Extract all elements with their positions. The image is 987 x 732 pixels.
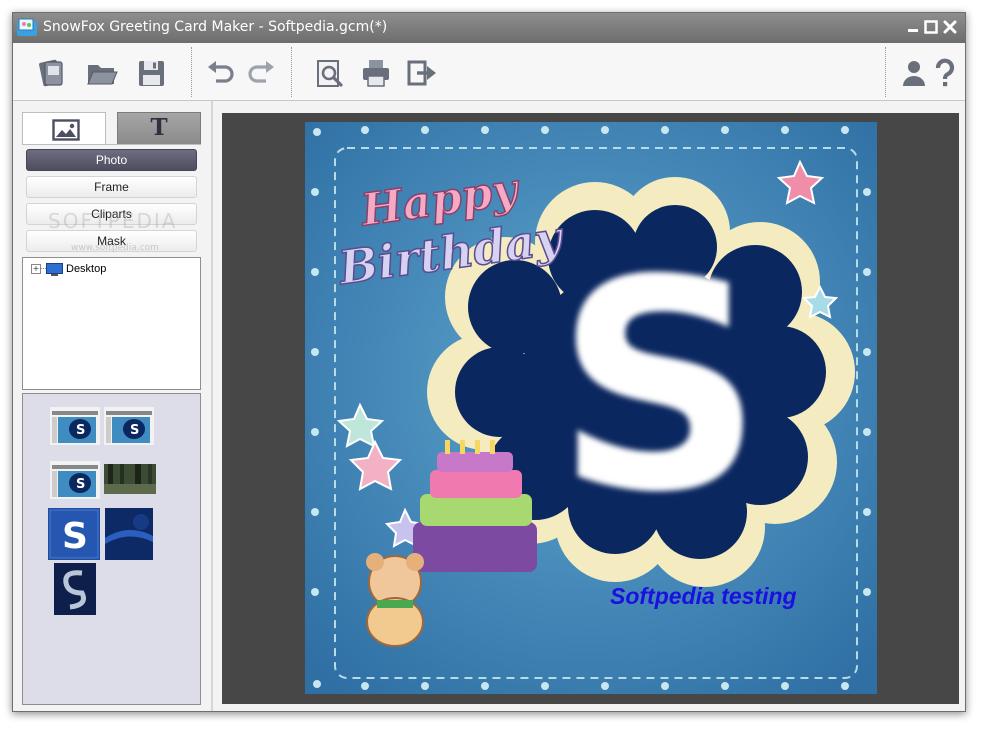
toolbar-separator	[291, 47, 292, 97]
maximize-icon[interactable]	[923, 18, 939, 36]
thumbnail[interactable]	[54, 563, 96, 615]
canvas-area: S Happy Birthday Softpedia testing	[222, 113, 959, 704]
app-window: SnowFox Greeting Card Maker - Softpedia.…	[12, 12, 966, 712]
thumbnail[interactable]: S	[48, 508, 100, 560]
folder-tree[interactable]: + Desktop	[22, 257, 201, 390]
toolbar-separator	[885, 47, 886, 97]
svg-text:S: S	[76, 477, 85, 492]
save-icon[interactable]	[134, 56, 168, 90]
tab-text[interactable]: T	[117, 112, 201, 145]
thumbnail-panel: S S S S	[22, 393, 201, 705]
tree-item-desktop[interactable]: + Desktop	[31, 261, 181, 277]
thumbnail[interactable]	[104, 464, 156, 494]
greeting-card[interactable]: S Happy Birthday Softpedia testing	[305, 122, 877, 694]
title-bar[interactable]: SnowFox Greeting Card Maker - Softpedia.…	[13, 13, 965, 43]
category-mask[interactable]: Mask	[26, 230, 197, 252]
card-text[interactable]: Softpedia testing	[610, 583, 797, 610]
thumbnail[interactable]: S	[50, 461, 100, 499]
desktop-icon	[46, 263, 63, 276]
account-icon[interactable]	[897, 56, 931, 90]
new-card-icon[interactable]	[35, 56, 69, 90]
tree-item-label: Desktop	[66, 263, 107, 275]
category-photo[interactable]: Photo	[26, 149, 197, 171]
open-folder-icon[interactable]	[85, 56, 119, 90]
text-icon: T	[150, 114, 168, 141]
app-icon	[17, 18, 37, 36]
tree-expander[interactable]: +	[31, 264, 41, 274]
monogram: S	[555, 219, 764, 556]
category-frame[interactable]: Frame	[26, 176, 197, 198]
export-icon[interactable]	[405, 56, 439, 90]
close-icon[interactable]	[942, 18, 958, 36]
print-preview-icon[interactable]	[313, 56, 347, 90]
thumbnail[interactable]	[105, 508, 153, 560]
svg-text:S: S	[62, 516, 88, 557]
redo-icon[interactable]	[244, 56, 278, 90]
main-area: S Happy Birthday Softpedia testing	[213, 101, 965, 711]
svg-text:S: S	[130, 423, 139, 438]
tab-photos[interactable]	[22, 112, 106, 145]
print-icon[interactable]	[359, 56, 393, 90]
minimize-icon[interactable]	[905, 18, 921, 36]
window-title: SnowFox Greeting Card Maker - Softpedia.…	[43, 19, 388, 35]
help-icon[interactable]	[928, 56, 962, 90]
category-cliparts[interactable]: Cliparts	[26, 203, 197, 225]
undo-icon[interactable]	[204, 56, 238, 90]
toolbar-separator	[191, 47, 192, 97]
sidebar: T Photo Frame Cliparts Mask SOFTPEDIA ww…	[13, 101, 211, 711]
thumbnail[interactable]: S	[104, 407, 154, 445]
picture-icon	[52, 119, 80, 141]
toolbar	[13, 43, 965, 101]
thumbnail[interactable]: S	[50, 407, 100, 445]
svg-text:S: S	[76, 423, 85, 438]
